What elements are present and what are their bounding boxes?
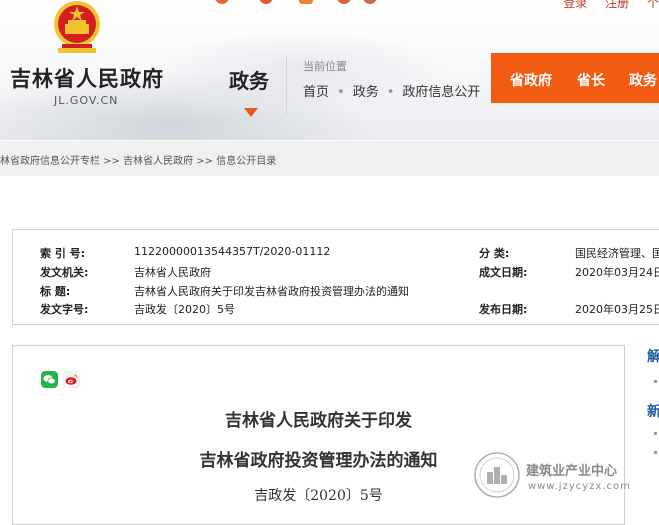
category-label: 分 类: bbox=[479, 247, 510, 260]
title-value: 吉林省人民政府关于印发吉林省政府投资管理办法的通知 bbox=[134, 285, 409, 298]
wechat-icon[interactable] bbox=[41, 371, 58, 388]
site-name[interactable]: 吉林省人民政府 bbox=[10, 63, 164, 93]
weibo-icon[interactable] bbox=[63, 371, 80, 388]
publish-date-label: 发布日期: bbox=[479, 303, 528, 316]
location-label: 当前位置 bbox=[303, 60, 347, 73]
rss-icon[interactable] bbox=[337, 0, 351, 4]
document-title-line-1: 吉林省人民政府关于印发 bbox=[225, 411, 412, 431]
sidebar-bullet bbox=[654, 380, 657, 383]
location-breadcrumb: 首页 • 政务 • 政府信息公开 bbox=[303, 81, 480, 100]
section-title: 政务 bbox=[229, 69, 269, 93]
national-emblem-icon bbox=[54, 1, 100, 53]
issuer-label: 发文机关: bbox=[40, 266, 89, 279]
doc-number-label: 发文字号: bbox=[40, 303, 89, 316]
main-nav: 省政府 省长 政务 bbox=[491, 53, 659, 103]
written-date-label: 成文日期: bbox=[479, 266, 528, 279]
nav-governor[interactable]: 省长 bbox=[577, 70, 605, 90]
watermark-url: www.jzycyzx.com bbox=[528, 481, 631, 492]
index-label: 索 引 号: bbox=[40, 247, 86, 260]
location-disclosure-link[interactable]: 政府信息公开 bbox=[402, 85, 480, 100]
site-header: 登录 注册 个 吉林省人民政府 JL.GOV.CN 政务 当前位置 首页 • 政务 •… bbox=[0, 0, 659, 140]
top-social-icons bbox=[215, 0, 385, 8]
location-home-link[interactable]: 首页 bbox=[303, 85, 329, 100]
publish-date-value: 2020年03月25日 bbox=[575, 303, 659, 316]
title-label: 标 题: bbox=[40, 285, 71, 298]
login-link[interactable]: 登录 bbox=[563, 0, 587, 10]
separator-dot: • bbox=[337, 85, 345, 100]
top-links: 登录 注册 个 bbox=[549, 0, 659, 11]
document-metadata-table: 索 引 号: 11220000013544357T/2020-01112 分 类… bbox=[12, 229, 659, 325]
breadcrumb-bar: 林省政府信息公开专栏 >> 吉林省人民政府 >> 信息公开目录 bbox=[0, 141, 659, 176]
sidebar-heading-interpretation[interactable]: 解 bbox=[647, 346, 659, 366]
site-domain: JL.GOV.CN bbox=[54, 94, 119, 107]
personal-link[interactable]: 个 bbox=[647, 0, 659, 10]
nav-provincial-gov[interactable]: 省政府 bbox=[510, 70, 552, 90]
nav-affairs[interactable]: 政务 bbox=[629, 70, 657, 90]
watermark-name: 建筑业产业中心 bbox=[526, 464, 618, 479]
register-link[interactable]: 注册 bbox=[605, 0, 629, 10]
section-arrow-icon bbox=[244, 108, 258, 117]
category-value: 国民经济管理、国 bbox=[575, 247, 659, 260]
location-affairs-link[interactable]: 政务 bbox=[353, 85, 379, 100]
issuer-value: 吉林省人民政府 bbox=[134, 266, 211, 279]
app-icon[interactable] bbox=[215, 0, 229, 4]
breadcrumb[interactable]: 林省政府信息公开专栏 >> 吉林省人民政府 >> 信息公开目录 bbox=[0, 152, 276, 167]
doc-number-value: 吉政发〔2020〕5号 bbox=[134, 303, 235, 316]
weibo-top-icon[interactable] bbox=[259, 0, 273, 4]
written-date-value: 2020年03月24日 bbox=[575, 266, 659, 279]
accessibility-icon[interactable] bbox=[363, 0, 377, 4]
separator-dot: • bbox=[386, 85, 395, 100]
index-value: 11220000013544357T/2020-01112 bbox=[134, 245, 331, 258]
header-divider bbox=[286, 55, 287, 115]
wechat-top-icon[interactable] bbox=[299, 0, 313, 4]
sidebar-heading-news[interactable]: 新 bbox=[647, 401, 659, 421]
sidebar-bullet bbox=[654, 432, 657, 435]
